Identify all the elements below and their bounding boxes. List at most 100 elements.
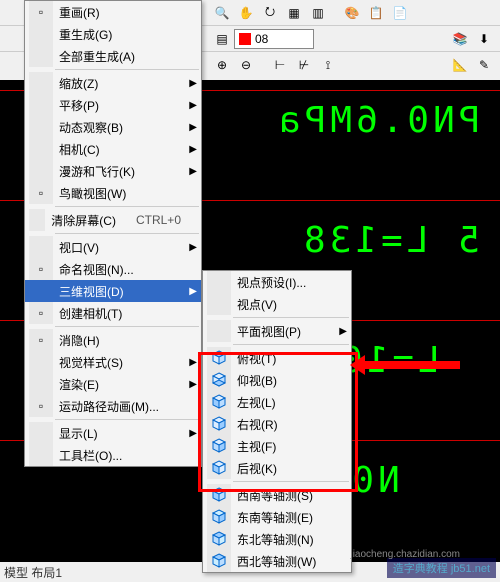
menu-label: 重画(R) [59, 4, 181, 21]
layer-name: 08 [255, 32, 268, 46]
submenu-arrow-icon: ▶ [189, 122, 197, 133]
blank-icon [29, 444, 53, 466]
menu-label: 左视(L) [237, 394, 331, 411]
menu-separator [55, 233, 199, 234]
view-menu: ▫重画(R)重生成(G)全部重生成(A)缩放(Z)▶平移(P)▶动态观察(B)▶… [24, 0, 202, 467]
camera-icon: ▫ [29, 302, 53, 324]
blank-icon [207, 320, 231, 342]
menu-item[interactable]: ▫ 命名视图(N)... [25, 258, 201, 280]
menu-item[interactable]: 渲染(E)▶ [25, 373, 201, 395]
menu-item[interactable]: ▫运动路径动画(M)... [25, 395, 201, 417]
tool-icon[interactable]: 📐 [449, 54, 471, 76]
menu-label: 创建相机(T) [59, 305, 181, 322]
tool-icon[interactable]: ▦ [283, 2, 305, 24]
menu-label: 运动路径动画(M)... [59, 398, 181, 415]
menu-item[interactable]: 右视(R) [203, 413, 351, 435]
cube-front-icon [207, 435, 231, 457]
menu-label: 动态观察(B) [59, 119, 181, 136]
menu-item[interactable]: 平移(P)▶ [25, 94, 201, 116]
tool-icon[interactable]: 📄 [389, 2, 411, 24]
menu-item[interactable]: 视点预设(I)... [203, 271, 351, 293]
tool-icon[interactable]: ▥ [307, 2, 329, 24]
cube-left-icon [207, 391, 231, 413]
circle-icon[interactable]: ⊕ [211, 54, 233, 76]
tool-icon[interactable]: 📋 [365, 2, 387, 24]
orbit-icon[interactable]: ⭮ [259, 2, 281, 24]
menu-item[interactable]: 缩放(Z) ▶ [25, 72, 201, 94]
menu-item[interactable]: 视点(V) [203, 293, 351, 315]
menu-item[interactable]: ▫鸟瞰视图(W) [25, 182, 201, 204]
zoom-icon[interactable]: 🔍 [211, 2, 233, 24]
menu-item[interactable]: 东南等轴测(E) [203, 506, 351, 528]
menu-label: 漫游和飞行(K) [59, 163, 181, 180]
menu-item[interactable]: 显示(L) ▶ [25, 422, 201, 444]
cube-back-icon [207, 457, 231, 479]
menu-item[interactable]: 左视(L) [203, 391, 351, 413]
dim-icon[interactable]: ⊢ [269, 54, 291, 76]
circle-icon[interactable]: ⊖ [235, 54, 257, 76]
menu-label: 鸟瞰视图(W) [59, 185, 181, 202]
submenu-arrow-icon: ▶ [189, 428, 197, 439]
named-view-icon: ▫ [29, 258, 53, 280]
menu-label: 三维视图(D) [59, 283, 181, 300]
menu-item[interactable]: 主视(F) [203, 435, 351, 457]
menu-item[interactable]: 俯视(T) [203, 347, 351, 369]
menu-item[interactable]: 相机(C)▶ [25, 138, 201, 160]
submenu-arrow-icon: ▶ [339, 326, 347, 337]
menu-label: 俯视(T) [237, 350, 331, 367]
color-icon[interactable]: 🎨 [341, 2, 363, 24]
dim-icon[interactable]: ⊬ [293, 54, 315, 76]
cube-top-icon [207, 347, 231, 369]
dim-icon[interactable]: ⟟ [317, 54, 339, 76]
menu-item[interactable]: 东北等轴测(N) [203, 528, 351, 550]
tool-icon[interactable]: 📚 [449, 28, 471, 50]
menu-item[interactable]: 全部重生成(A) [25, 45, 201, 67]
iso-sw-icon [207, 484, 231, 506]
blank-icon [207, 271, 231, 293]
pencil-icon[interactable]: ✎ [473, 54, 495, 76]
menu-item[interactable]: 三维视图(D) ▶ [25, 280, 201, 302]
redraw-icon: ▫ [29, 1, 53, 23]
menu-item[interactable]: 视口(V)▶ [25, 236, 201, 258]
menu-item[interactable]: 仰视(B) [203, 369, 351, 391]
blank-icon [29, 351, 53, 373]
menu-separator [55, 206, 199, 207]
tool-icon[interactable]: ⬇ [473, 28, 495, 50]
cube-right-icon [207, 413, 231, 435]
blank-icon [29, 45, 53, 67]
menu-item[interactable]: 动态观察(B) ▶ [25, 116, 201, 138]
menu-item[interactable]: 重生成(G) [25, 23, 201, 45]
menu-label: 视觉样式(S) [59, 354, 181, 371]
menu-item[interactable]: 后视(K) [203, 457, 351, 479]
menu-item[interactable]: ▫消隐(H) [25, 329, 201, 351]
menu-label: 命名视图(N)... [59, 261, 181, 278]
submenu-arrow-icon: ▶ [189, 144, 197, 155]
menu-label: 缩放(Z) [59, 75, 181, 92]
model-tab[interactable]: 模型 布局1 [4, 564, 62, 581]
iso-ne-icon [207, 528, 231, 550]
layer-icon[interactable]: ▤ [211, 28, 233, 50]
menu-item[interactable]: ▫ 重画(R) [25, 1, 201, 23]
menu-item[interactable]: 平面视图(P)▶ [203, 320, 351, 342]
submenu-arrow-icon: ▶ [189, 357, 197, 368]
blank-icon [29, 422, 53, 444]
layer-select[interactable]: 08 [234, 29, 314, 49]
submenu-arrow-icon: ▶ [189, 78, 197, 89]
blank-icon [29, 138, 53, 160]
menu-item[interactable]: 清除屏幕(C)CTRL+0 [25, 209, 201, 231]
submenu-arrow-icon: ▶ [189, 286, 197, 297]
menu-label: 西北等轴测(W) [237, 553, 331, 570]
menu-label: 西南等轴测(S) [237, 487, 331, 504]
menu-item[interactable]: 西北等轴测(W) [203, 550, 351, 572]
menu-item[interactable]: 工具栏(O)... [25, 444, 201, 466]
menu-shortcut: CTRL+0 [136, 213, 181, 227]
menu-label: 显示(L) [59, 425, 181, 442]
menu-label: 全部重生成(A) [59, 48, 181, 65]
submenu-arrow-icon: ▶ [189, 100, 197, 111]
menu-item[interactable]: ▫ 创建相机(T) [25, 302, 201, 324]
pan-icon[interactable]: ✋ [235, 2, 257, 24]
menu-item[interactable]: 视觉样式(S) ▶ [25, 351, 201, 373]
menu-item[interactable]: 西南等轴测(S) [203, 484, 351, 506]
menu-separator [55, 419, 199, 420]
menu-item[interactable]: 漫游和飞行(K)▶ [25, 160, 201, 182]
